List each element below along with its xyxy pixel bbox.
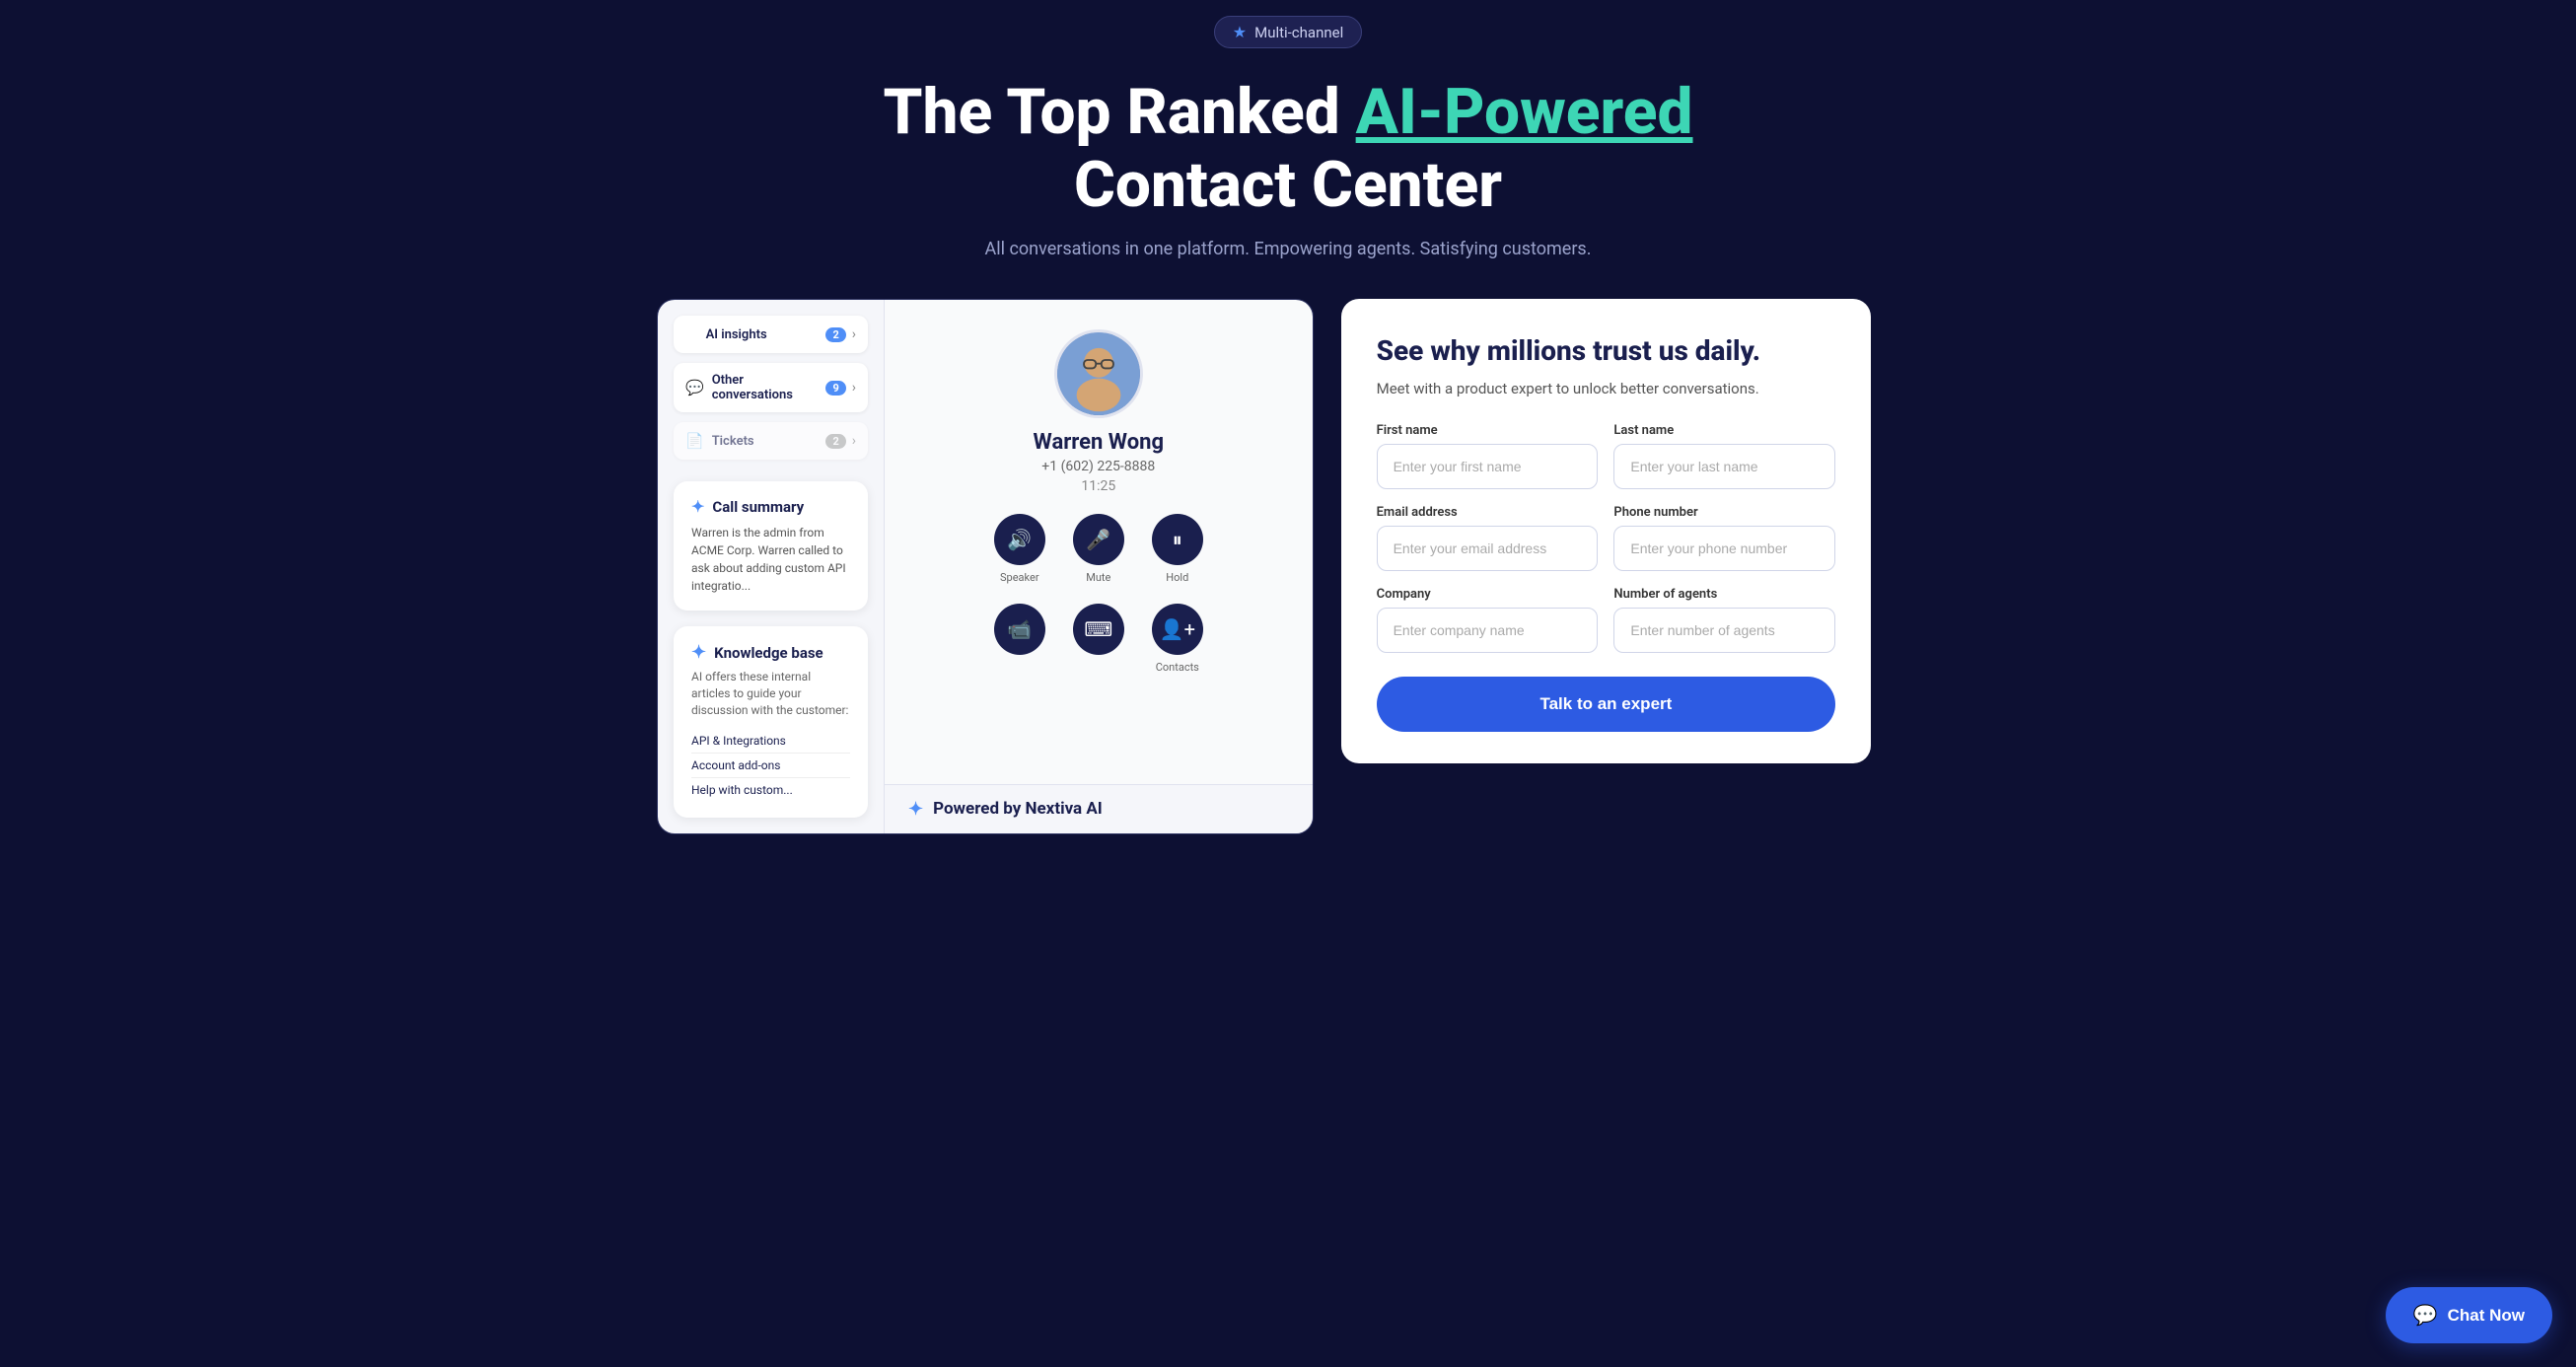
kb-link-3[interactable]: Help with custom... <box>691 778 850 802</box>
powered-by-bar: ✦ Powered by Nextiva AI <box>885 784 1313 833</box>
first-name-label: First name <box>1377 423 1599 438</box>
contacts-control[interactable]: 👤+ Contacts <box>1152 604 1203 674</box>
chat-bubble-icon: 💬 <box>2413 1303 2438 1328</box>
keypad-icon: ⌨ <box>1073 604 1124 655</box>
company-group: Company <box>1377 587 1599 653</box>
hold-icon: ⏸ <box>1152 514 1203 565</box>
form-panel: See why millions trust us daily. Meet wi… <box>1341 299 1872 763</box>
hero-title: The Top Ranked AI-Powered Contact Center <box>20 76 2556 221</box>
hero-section: The Top Ranked AI-Powered Contact Center… <box>0 56 2576 259</box>
multichannel-badge: ★ Multi-channel <box>1214 16 1363 48</box>
mute-control[interactable]: 🎤 Mute <box>1073 514 1124 584</box>
kb-ai-icon: ✦ <box>691 642 706 663</box>
ai-insights-badge: 2 <box>825 327 845 342</box>
kb-link-2[interactable]: Account add-ons <box>691 754 850 778</box>
kb-title: Knowledge base <box>714 644 823 662</box>
email-input[interactable] <box>1377 526 1599 571</box>
contacts-label: Contacts <box>1156 661 1199 674</box>
caller-avatar <box>1054 329 1143 418</box>
talk-btn-label: Talk to an expert <box>1539 694 1672 713</box>
chat-icon: 💬 <box>685 379 704 396</box>
chevron-right-icon: › <box>852 326 856 342</box>
speaker-control[interactable]: 🔊 Speaker <box>994 514 1045 584</box>
call-time: 11:25 <box>1081 478 1115 494</box>
hero-title-part2: Contact Center <box>1074 148 1502 222</box>
call-panel: Warren Wong +1 (602) 225-8888 11:25 🔊 Sp… <box>885 300 1313 832</box>
star-icon: ★ <box>1233 23 1247 41</box>
form-row-contact: Email address Phone number <box>1377 505 1836 571</box>
powered-by-label: Powered by Nextiva AI <box>933 799 1103 819</box>
form-row-name: First name Last name <box>1377 423 1836 489</box>
chat-now-button[interactable]: 💬 Chat Now <box>2386 1287 2552 1343</box>
phone-group: Phone number <box>1613 505 1835 571</box>
sparkle-icon: ✦ <box>685 325 698 343</box>
call-summary-text: Warren is the admin from ACME Corp. Warr… <box>691 524 850 595</box>
sidebar-item-ai-insights[interactable]: ✦ AI insights 2 › <box>674 316 868 353</box>
call-summary-title: Call summary <box>712 498 804 516</box>
phone-label: Phone number <box>1613 505 1835 520</box>
badge-label: Multi-channel <box>1254 24 1343 41</box>
main-content: ✦ AI insights 2 › 💬 Other conversations <box>598 299 1978 873</box>
hold-control[interactable]: ⏸ Hold <box>1152 514 1203 584</box>
other-conv-badge: 9 <box>825 381 845 396</box>
sidebar-item-tickets[interactable]: 📄 Tickets 2 › <box>674 422 868 460</box>
powered-ai-icon: ✦ <box>908 799 923 820</box>
mute-icon: 🎤 <box>1073 514 1124 565</box>
caller-phone: +1 (602) 225-8888 <box>1041 459 1155 474</box>
mute-label: Mute <box>1086 571 1110 584</box>
call-controls-row1: 🔊 Speaker 🎤 Mute ⏸ Hold <box>994 514 1203 584</box>
ai-sparkle-icon: ✦ <box>691 497 704 516</box>
company-label: Company <box>1377 587 1599 602</box>
email-label: Email address <box>1377 505 1599 520</box>
company-input[interactable] <box>1377 608 1599 653</box>
hero-title-accent: AI-Powered <box>1356 75 1693 149</box>
keypad-control[interactable]: ⌨ <box>1073 604 1124 674</box>
video-icon: 📹 <box>994 604 1045 655</box>
speaker-icon: 🔊 <box>994 514 1045 565</box>
mockup-sidebar: ✦ AI insights 2 › 💬 Other conversations <box>658 300 885 832</box>
call-summary-card: ✦ Call summary Warren is the admin from … <box>674 481 868 611</box>
last-name-input[interactable] <box>1613 444 1835 489</box>
form-title: See why millions trust us daily. <box>1377 334 1836 368</box>
email-group: Email address <box>1377 505 1599 571</box>
chat-now-label: Chat Now <box>2448 1306 2525 1326</box>
phone-input[interactable] <box>1613 526 1835 571</box>
agents-label: Number of agents <box>1613 587 1835 602</box>
form-row-company: Company Number of agents <box>1377 587 1836 653</box>
hero-subtitle: All conversations in one platform. Empow… <box>20 239 2556 259</box>
tickets-label: Tickets <box>712 434 754 449</box>
hero-title-part1: The Top Ranked <box>884 75 1356 149</box>
talk-to-expert-button[interactable]: Talk to an expert <box>1377 677 1836 732</box>
first-name-input[interactable] <box>1377 444 1599 489</box>
kb-subtitle: AI offers these internal articles to gui… <box>691 669 850 718</box>
form-subtitle: Meet with a product expert to unlock bet… <box>1377 378 1836 400</box>
top-badge-container: ★ Multi-channel <box>0 0 2576 56</box>
caller-name: Warren Wong <box>1034 430 1165 455</box>
sidebar-item-other-conversations[interactable]: 💬 Other conversations 9 › <box>674 363 868 412</box>
other-conv-label: Other conversations <box>712 373 826 402</box>
ticket-icon: 📄 <box>685 432 704 450</box>
last-name-label: Last name <box>1613 423 1835 438</box>
tickets-badge: 2 <box>825 434 845 449</box>
mockup-inner: ✦ AI insights 2 › 💬 Other conversations <box>658 300 1313 832</box>
hold-label: Hold <box>1166 571 1188 584</box>
chevron-right-icon: › <box>852 433 856 449</box>
last-name-group: Last name <box>1613 423 1835 489</box>
video-control[interactable]: 📹 <box>994 604 1045 674</box>
speaker-label: Speaker <box>1000 571 1039 584</box>
knowledge-base-card: ✦ Knowledge base AI offers these interna… <box>674 626 868 817</box>
call-controls-row2: 📹 ⌨ 👤+ Contacts <box>994 604 1203 674</box>
kb-link-1[interactable]: API & Integrations <box>691 729 850 754</box>
agents-group: Number of agents <box>1613 587 1835 653</box>
ui-mockup: ✦ AI insights 2 › 💬 Other conversations <box>657 299 1314 833</box>
ai-insights-label: AI insights <box>706 327 767 342</box>
first-name-group: First name <box>1377 423 1599 489</box>
contacts-icon: 👤+ <box>1152 604 1203 655</box>
chevron-right-icon: › <box>852 380 856 396</box>
agents-input[interactable] <box>1613 608 1835 653</box>
